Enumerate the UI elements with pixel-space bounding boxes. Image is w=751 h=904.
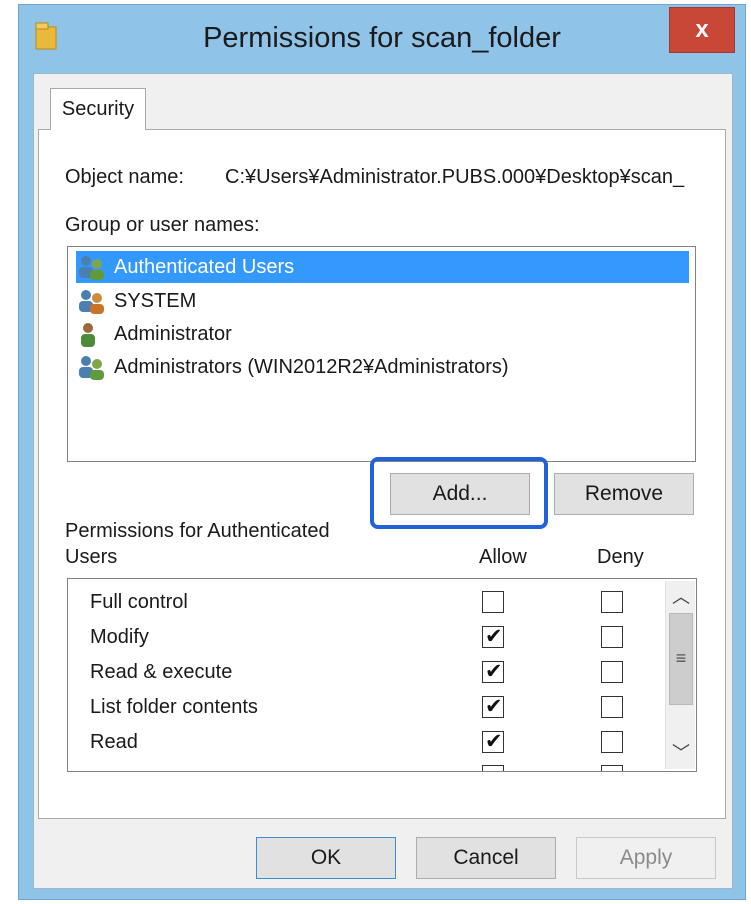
dialog-title: Permissions for scan_folder (203, 22, 561, 54)
table-row: Read & execute (90, 661, 233, 683)
group-list-label: Group or user names: (65, 214, 260, 236)
apply-button[interactable]: Apply (576, 837, 716, 879)
object-name-label: Object name: (65, 166, 184, 188)
table-row: Read (90, 731, 138, 753)
deny-header: Deny (597, 546, 644, 568)
group-user-list[interactable]: Authenticated Users SYSTEM Administrator (67, 246, 696, 462)
ok-button[interactable]: OK (256, 837, 396, 879)
chevron-up-icon[interactable]: ︿ (666, 583, 696, 611)
allow-checkbox[interactable] (482, 659, 504, 684)
allow-checkbox[interactable] (482, 591, 504, 613)
deny-checkbox[interactable] (601, 626, 623, 648)
allow-checkbox[interactable] (482, 729, 504, 754)
scrollbar-thumb[interactable]: ≡ (669, 613, 693, 705)
users-group-icon (79, 289, 104, 314)
users-group-icon (79, 355, 104, 380)
dialog-body: Security Object name: C:¥Users¥Administr… (33, 73, 733, 889)
deny-checkbox[interactable] (601, 591, 623, 613)
table-row: Full control (90, 591, 188, 613)
list-item[interactable]: Administrator (76, 318, 689, 350)
permissions-list[interactable]: Full control Modify Read & execute List … (67, 578, 697, 772)
permissions-scrollbar[interactable]: ︿ ≡ ﹀ (665, 581, 695, 769)
close-button[interactable]: x (669, 7, 735, 53)
table-row: Modify (90, 626, 149, 648)
tab-security[interactable]: Security (50, 88, 146, 130)
deny-checkbox[interactable] (601, 661, 623, 683)
permissions-label-line2: Users (65, 546, 118, 568)
folder-icon (35, 22, 57, 50)
chevron-down-icon[interactable]: ﹀ (666, 739, 696, 767)
list-item[interactable]: Administrators (WIN2012R2¥Administrators… (76, 351, 689, 383)
permissions-dialog: Permissions for scan_folder x Security O… (18, 4, 746, 900)
table-row: List folder contents (90, 696, 258, 718)
deny-checkbox[interactable] (601, 696, 623, 718)
list-item[interactable]: SYSTEM (76, 285, 689, 317)
list-item[interactable]: Authenticated Users (76, 251, 689, 283)
allow-checkbox[interactable] (482, 694, 504, 719)
object-name-value: C:¥Users¥Administrator.PUBS.000¥Desktop¥… (225, 166, 685, 188)
deny-checkbox[interactable] (601, 765, 623, 771)
security-panel: Object name: C:¥Users¥Administrator.PUBS… (38, 129, 726, 819)
remove-button[interactable]: Remove (554, 473, 694, 515)
cancel-button[interactable]: Cancel (416, 837, 556, 879)
user-icon (81, 322, 95, 347)
permissions-label: Permissions for Authenticated (65, 520, 330, 542)
allow-checkbox[interactable] (482, 765, 504, 771)
users-group-icon (79, 255, 104, 280)
allow-header: Allow (479, 546, 527, 568)
allow-checkbox[interactable] (482, 624, 504, 649)
add-button[interactable]: Add... (390, 473, 530, 515)
deny-checkbox[interactable] (601, 731, 623, 753)
